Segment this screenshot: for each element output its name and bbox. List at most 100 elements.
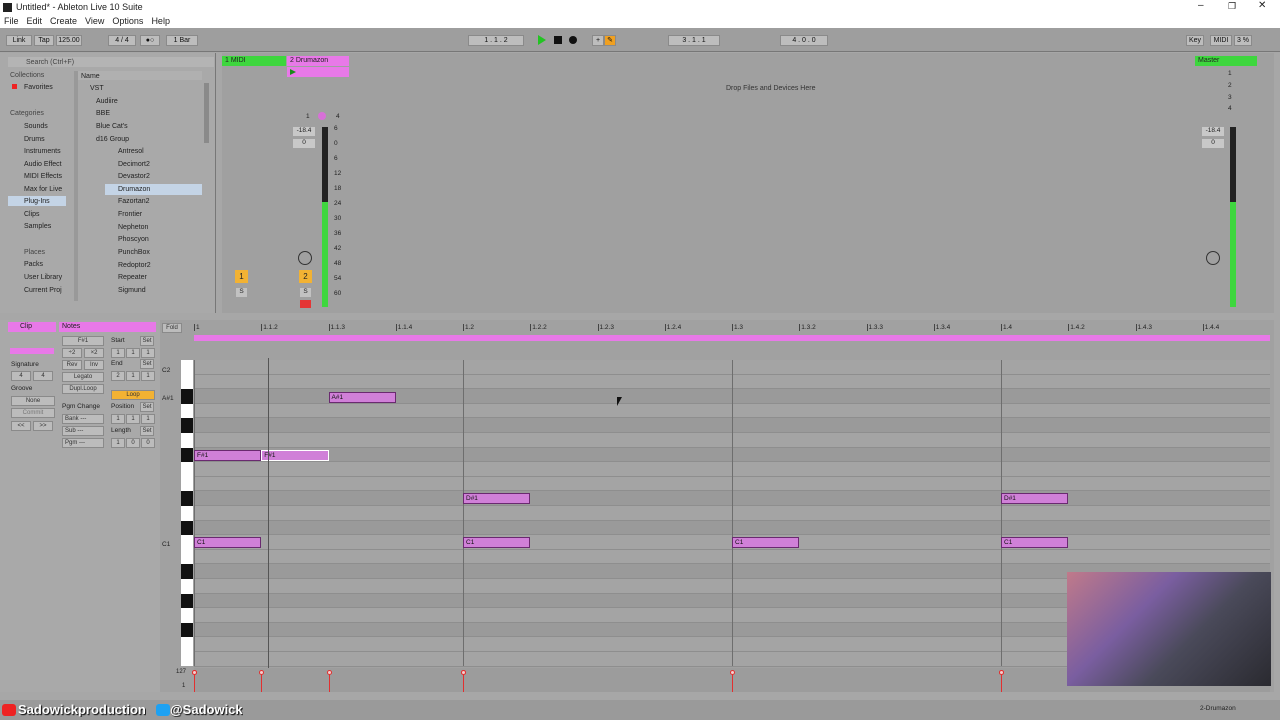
plugin-redoptor2[interactable]: Redoptor2 xyxy=(118,261,151,270)
plugin-devastor2[interactable]: Devastor2 xyxy=(118,172,150,181)
search-input[interactable]: Search (Ctrl+F) xyxy=(8,57,214,67)
velocity-marker[interactable] xyxy=(463,672,464,692)
position-bar[interactable]: 1 xyxy=(111,414,125,424)
stop-icon[interactable] xyxy=(554,36,562,44)
reverse-button[interactable]: Rev xyxy=(62,360,82,370)
plugin-frontier[interactable]: Frontier xyxy=(118,210,142,219)
velocity-marker[interactable] xyxy=(261,672,263,692)
scene-4[interactable]: 4 xyxy=(1228,105,1232,112)
length-beat[interactable]: 0 xyxy=(126,438,140,448)
plugin-decimort2[interactable]: Decimort2 xyxy=(118,160,150,169)
track1-solo[interactable]: S xyxy=(236,288,247,297)
length-bar[interactable]: 1 xyxy=(111,438,125,448)
velocity-handle[interactable] xyxy=(259,670,265,675)
signature-numerator[interactable]: 4 xyxy=(11,371,31,381)
category-audio-effect[interactable]: Audio Effect xyxy=(24,160,62,169)
black-key[interactable] xyxy=(181,564,193,579)
clip-color-swatch[interactable] xyxy=(10,348,54,354)
transpose-halve-button[interactable]: ÷2 xyxy=(62,348,82,358)
menu-view[interactable]: View xyxy=(81,15,108,28)
record-icon[interactable] xyxy=(569,36,577,44)
master-pan[interactable]: 0 xyxy=(1202,139,1224,148)
clip-tab[interactable]: Clip xyxy=(8,322,56,332)
note-key-field[interactable]: F#1 xyxy=(62,336,104,346)
category-max-for-live[interactable]: Max for Live xyxy=(24,185,62,194)
plugin-fazortan2[interactable]: Fazortan2 xyxy=(118,197,150,206)
clip-play-icon[interactable] xyxy=(290,69,296,75)
midi-note[interactable]: C1 xyxy=(732,537,800,548)
duplicate-loop-button[interactable]: Dupl.Loop xyxy=(62,384,104,394)
end-set-button[interactable]: Set xyxy=(140,359,154,369)
midi-note[interactable]: C1 xyxy=(194,537,262,548)
midi-note[interactable]: F#1 xyxy=(194,450,262,461)
browser-scrollbar[interactable] xyxy=(204,83,209,143)
category-samples[interactable]: Samples xyxy=(24,222,51,231)
automation-arm-button[interactable]: ✎ xyxy=(604,35,616,46)
track2-pan-knob-icon[interactable] xyxy=(298,251,312,265)
tree-vst[interactable]: VST xyxy=(90,84,104,93)
velocity-marker[interactable] xyxy=(328,672,330,692)
start-sixteenth[interactable]: 1 xyxy=(141,348,155,358)
track2-arm-button[interactable] xyxy=(300,300,311,308)
close-button[interactable]: ✕ xyxy=(1258,0,1270,14)
send-knob-icon[interactable] xyxy=(318,112,326,120)
loop-length-field[interactable]: 4 . 0 . 0 xyxy=(780,35,828,46)
transpose-double-button[interactable]: ×2 xyxy=(84,348,104,358)
nav-right-button[interactable]: >> xyxy=(33,421,53,431)
notes-tab[interactable]: Notes xyxy=(59,322,156,332)
sub-select[interactable]: Sub --- xyxy=(62,426,104,436)
plugin-phoscyon[interactable]: Phoscyon xyxy=(118,235,149,244)
track2-pan[interactable]: 0 xyxy=(293,139,315,148)
loop-button[interactable]: Loop xyxy=(111,390,155,400)
metronome-button[interactable]: ●○ xyxy=(140,35,160,46)
velocity-handle[interactable] xyxy=(326,670,332,675)
category-plugins[interactable]: Plug-Ins xyxy=(24,197,50,206)
browser-divider[interactable] xyxy=(74,71,78,301)
black-key[interactable] xyxy=(181,622,193,638)
tempo-field[interactable]: 125.00 xyxy=(56,35,82,46)
place-current-project[interactable]: Current Proj xyxy=(24,286,62,295)
end-beat[interactable]: 1 xyxy=(126,371,140,381)
midi-note[interactable]: C1 xyxy=(463,537,531,548)
velocity-marker[interactable] xyxy=(194,672,195,692)
plugin-repeater[interactable]: Repeater xyxy=(118,273,147,282)
start-beat[interactable]: 1 xyxy=(126,348,140,358)
tree-audiire[interactable]: Audiire xyxy=(96,97,118,106)
piano-keyboard[interactable] xyxy=(181,360,193,666)
midi-note[interactable]: C1 xyxy=(1001,537,1069,548)
signature-denominator[interactable]: 4 xyxy=(33,371,53,381)
plugin-punchbox[interactable]: PunchBox xyxy=(118,248,150,257)
velocity-handle[interactable] xyxy=(999,670,1004,675)
pgm-select[interactable]: Pgm --- xyxy=(62,438,104,448)
arrangement-position[interactable]: 1 . 1 . 2 xyxy=(468,35,524,46)
menu-create[interactable]: Create xyxy=(46,15,81,28)
track2-volume[interactable]: -18.4 xyxy=(293,127,315,136)
playing-clip[interactable] xyxy=(287,67,349,77)
position-set-button[interactable]: Set xyxy=(140,402,154,412)
velocity-handle[interactable] xyxy=(461,670,466,675)
groove-select[interactable]: None xyxy=(11,396,55,406)
length-set-button[interactable]: Set xyxy=(140,426,154,436)
velocity-handle[interactable] xyxy=(730,670,735,675)
place-packs[interactable]: Packs xyxy=(24,260,43,269)
midi-note[interactable]: D#1 xyxy=(463,493,531,504)
midi-note[interactable]: D#1 xyxy=(1001,493,1069,504)
midi-note[interactable]: F#1 xyxy=(261,450,329,461)
key-map-button[interactable]: Key xyxy=(1186,35,1204,46)
end-sixteenth[interactable]: 1 xyxy=(141,371,155,381)
black-key[interactable] xyxy=(181,447,193,463)
midi-map-button[interactable]: MIDI xyxy=(1210,35,1232,46)
menu-file[interactable]: File xyxy=(0,15,23,28)
scene-2[interactable]: 2 xyxy=(1228,82,1232,89)
minimize-button[interactable]: – xyxy=(1198,0,1210,14)
tree-bbe[interactable]: BBE xyxy=(96,109,110,118)
tree-d16-group[interactable]: d16 Group xyxy=(96,135,129,144)
velocity-marker[interactable] xyxy=(732,672,733,692)
master-volume[interactable]: -18.4 xyxy=(1202,127,1224,136)
legato-button[interactable]: Legato xyxy=(62,372,104,382)
track2-activator[interactable]: 2 xyxy=(299,270,312,283)
plugin-antresol[interactable]: Antresol xyxy=(118,147,144,156)
menu-edit[interactable]: Edit xyxy=(23,15,47,28)
invert-button[interactable]: Inv xyxy=(84,360,104,370)
signature-field[interactable]: 4 / 4 xyxy=(108,35,136,46)
